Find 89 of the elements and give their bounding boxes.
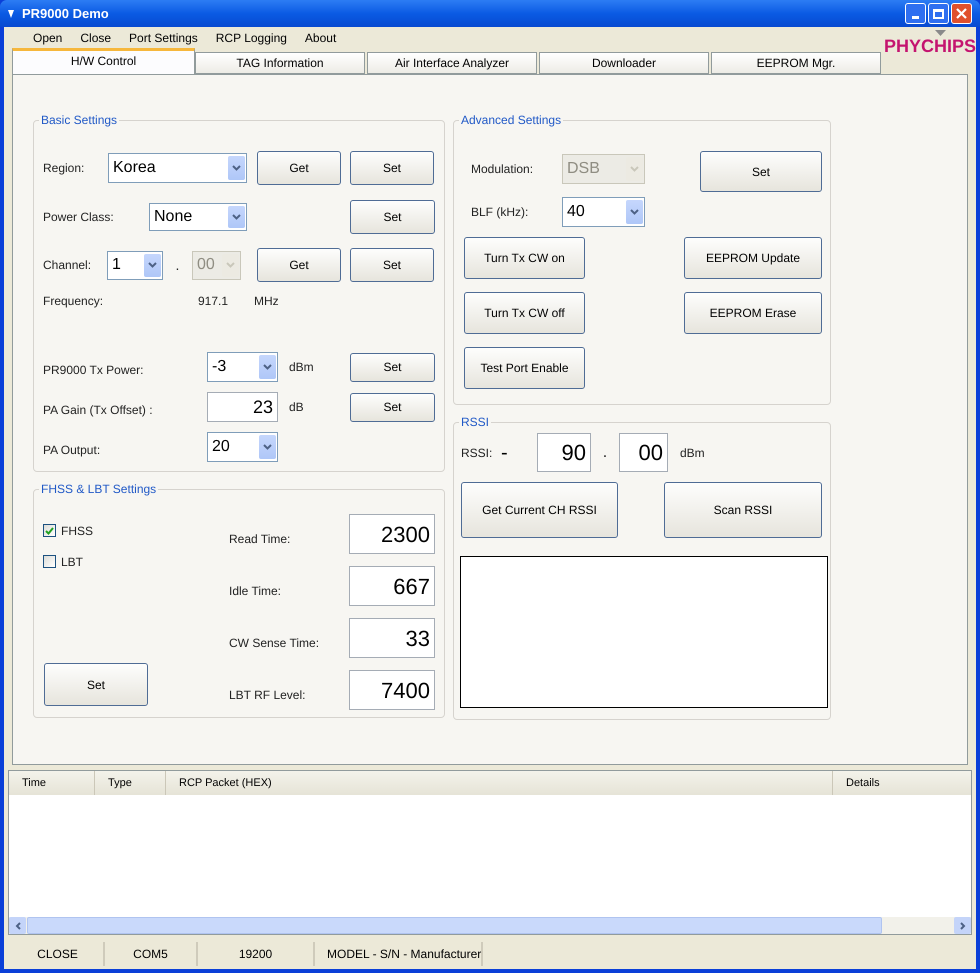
label: Modulation: [471, 161, 534, 178]
unit: dB [289, 399, 305, 416]
tab[interactable]: EEPROM Mgr. [711, 52, 881, 74]
dropdown[interactable]: 1 [107, 250, 163, 280]
menu-item[interactable]: Port Settings [127, 28, 200, 46]
logo: PHYCHIPS [884, 36, 976, 54]
label: PR9000 Tx Power: [43, 362, 144, 379]
label: CW Sense Time: [229, 635, 320, 652]
input-field[interactable]: 23 [207, 392, 278, 422]
status-field: CLOSE [12, 942, 105, 966]
checkbox-label: LBT [61, 554, 84, 570]
tab[interactable]: Air Interface Analyzer [367, 52, 537, 74]
button[interactable]: Set [350, 151, 434, 185]
label: Idle Time: [229, 583, 282, 600]
button[interactable]: Get [257, 151, 341, 185]
group-title: Basic Settings [40, 112, 118, 129]
dropdown[interactable]: 40 [562, 197, 645, 227]
group-title: Advanced Settings [460, 112, 562, 129]
input-field[interactable]: 2300 [349, 514, 435, 554]
scroll-right-button[interactable] [954, 917, 971, 934]
menu-item[interactable]: Close [78, 28, 114, 46]
minus-sign: - [501, 440, 509, 466]
menu-item[interactable]: About [302, 28, 338, 46]
checkbox[interactable] [43, 524, 56, 537]
separator: . [174, 256, 180, 274]
label: BLF (kHz): [471, 204, 530, 221]
tab[interactable]: H/W Control [12, 48, 195, 74]
menu-item[interactable]: RCP Logging [214, 28, 289, 46]
app-menu-icon[interactable] [8, 10, 14, 18]
label: Power Class: [43, 209, 115, 226]
close-icon [956, 8, 967, 19]
button[interactable]: Set [700, 151, 822, 192]
button[interactable]: Scan RSSI [664, 482, 822, 538]
unit: dBm [680, 444, 705, 462]
button[interactable]: Set [350, 392, 435, 422]
label: PA Gain (Tx Offset) : [43, 402, 154, 419]
dropdown[interactable]: -3 [207, 352, 278, 382]
checkbox[interactable] [43, 555, 56, 568]
status-field: 19200 [198, 942, 315, 966]
button[interactable]: Get [257, 248, 341, 282]
close-button[interactable] [951, 3, 972, 24]
column-header[interactable]: RCP Packet (HEX) [166, 771, 833, 795]
input-field[interactable]: 90 [537, 433, 591, 472]
triangle-icon [934, 30, 946, 36]
dropdown[interactable]: None [149, 203, 247, 231]
input-field[interactable]: 00 [619, 433, 668, 472]
input-field[interactable]: 33 [349, 618, 435, 658]
unit: dBm [289, 359, 315, 376]
button[interactable]: Set [350, 352, 435, 382]
scroll-left-button[interactable] [9, 917, 26, 934]
status-field: COM5 [105, 942, 198, 966]
label: Read Time: [229, 531, 292, 548]
minimize-button[interactable] [905, 3, 926, 24]
dropdown[interactable]: Korea [108, 153, 247, 183]
button[interactable]: Get Current CH RSSI [461, 482, 618, 538]
label: Frequency: [43, 293, 104, 310]
input-field[interactable]: 667 [349, 566, 435, 606]
button[interactable]: EEPROM Update [684, 237, 822, 279]
label: Region: [43, 160, 86, 177]
frequency-value: 917.1 [198, 293, 230, 310]
button[interactable]: EEPROM Erase [684, 292, 822, 334]
label: LBT RF Level: [229, 687, 306, 704]
label: PA Output: [43, 442, 102, 459]
column-header[interactable]: Type [95, 771, 166, 795]
maximize-icon [933, 8, 944, 18]
tab[interactable]: TAG Information [195, 52, 365, 74]
group-title: RSSI [460, 414, 490, 431]
minimize-icon [912, 16, 919, 19]
group-title: FHSS & LBT Settings [40, 481, 158, 498]
label: Channel: [43, 257, 92, 274]
status-field: MODEL - S/N - Manufacturer [315, 942, 484, 966]
button[interactable]: Set [350, 248, 434, 282]
column-header[interactable]: Time [9, 771, 95, 795]
unit: MHz [254, 293, 279, 310]
button[interactable]: Set [350, 200, 435, 234]
label: RSSI: [461, 444, 494, 462]
dropdown[interactable]: 20 [207, 432, 278, 462]
button[interactable]: Set [44, 663, 148, 706]
checkbox-label: FHSS [61, 522, 94, 540]
menu-item[interactable]: Open [31, 28, 64, 46]
button[interactable]: Turn Tx CW off [464, 292, 585, 334]
column-header[interactable]: Details [833, 771, 971, 795]
window-title: PR9000 Demo [22, 4, 109, 23]
tab[interactable]: Downloader [539, 52, 709, 74]
input-field[interactable]: 7400 [349, 670, 435, 710]
separator: . [602, 442, 608, 462]
maximize-button[interactable] [928, 3, 949, 24]
button[interactable]: Test Port Enable [464, 347, 585, 389]
button[interactable]: Turn Tx CW on [464, 237, 585, 279]
